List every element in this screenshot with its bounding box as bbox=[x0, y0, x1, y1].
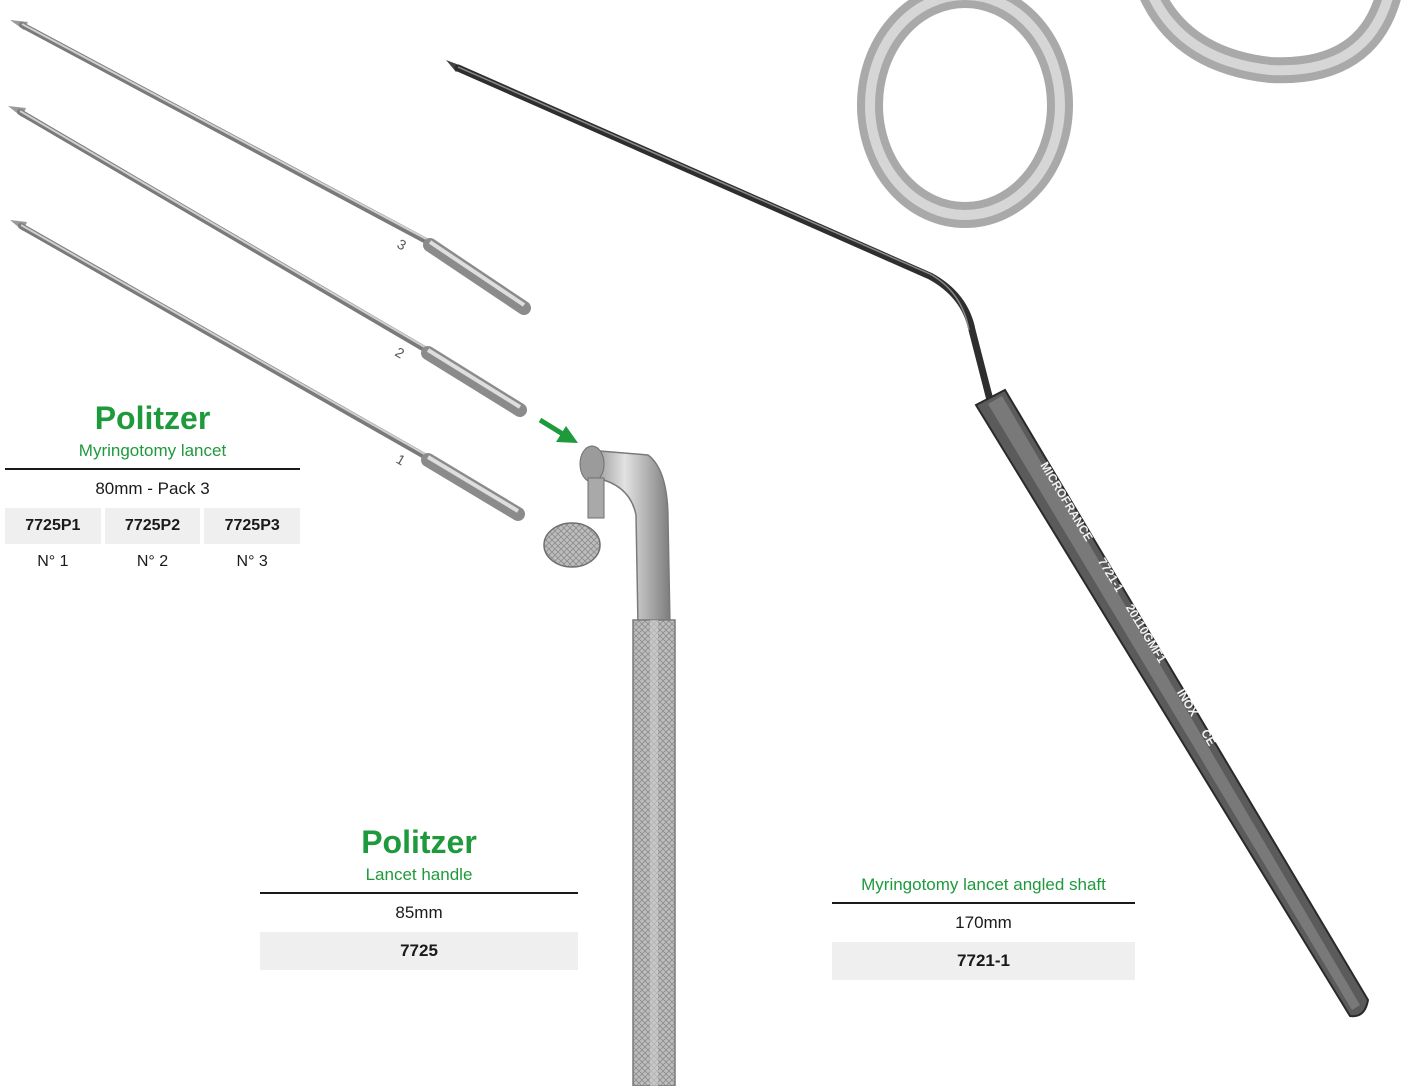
scissor-rings bbox=[857, 0, 1401, 228]
product-title: Politzer bbox=[94, 400, 211, 436]
product-spec: 85mm bbox=[395, 903, 443, 922]
product-block-lancets: Politzer Myringotomy lancet 80mm - Pack … bbox=[5, 398, 301, 580]
product-title: Politzer bbox=[361, 824, 477, 860]
product-code: 7725P3 bbox=[204, 508, 301, 544]
size-number: N° 1 bbox=[37, 553, 69, 570]
product-subtitle: Lancet handle bbox=[260, 862, 578, 894]
product-spec: 80mm - Pack 3 bbox=[95, 479, 210, 498]
code-row: 7725P1 7725P2 7725P3 bbox=[5, 508, 301, 544]
product-code: 7725P2 bbox=[104, 508, 201, 544]
product-block-handle: Politzer Lancet handle 85mm 7725 bbox=[260, 822, 578, 970]
size-number: N° 2 bbox=[136, 553, 169, 570]
product-spec: 170mm bbox=[955, 913, 1012, 932]
arrow-right-down-icon bbox=[538, 417, 578, 443]
lancet-handle bbox=[543, 445, 676, 1086]
size-row: N° 1 N° 2 N° 3 bbox=[5, 544, 300, 580]
blade-mark-1: 1 bbox=[394, 451, 409, 469]
product-code: 7725 bbox=[260, 932, 578, 970]
product-code: 7725P1 bbox=[5, 508, 101, 544]
blade-mark-2: 2 bbox=[393, 344, 408, 362]
size-number: N° 3 bbox=[236, 553, 268, 570]
product-subtitle: Myringotomy lancet bbox=[5, 438, 300, 470]
product-subtitle: Myringotomy lancet angled shaft bbox=[832, 872, 1135, 904]
product-code: 7721-1 bbox=[832, 942, 1135, 980]
blade-mark-3: 3 bbox=[395, 236, 410, 254]
product-block-angled: Myringotomy lancet angled shaft 170mm 77… bbox=[832, 872, 1135, 980]
